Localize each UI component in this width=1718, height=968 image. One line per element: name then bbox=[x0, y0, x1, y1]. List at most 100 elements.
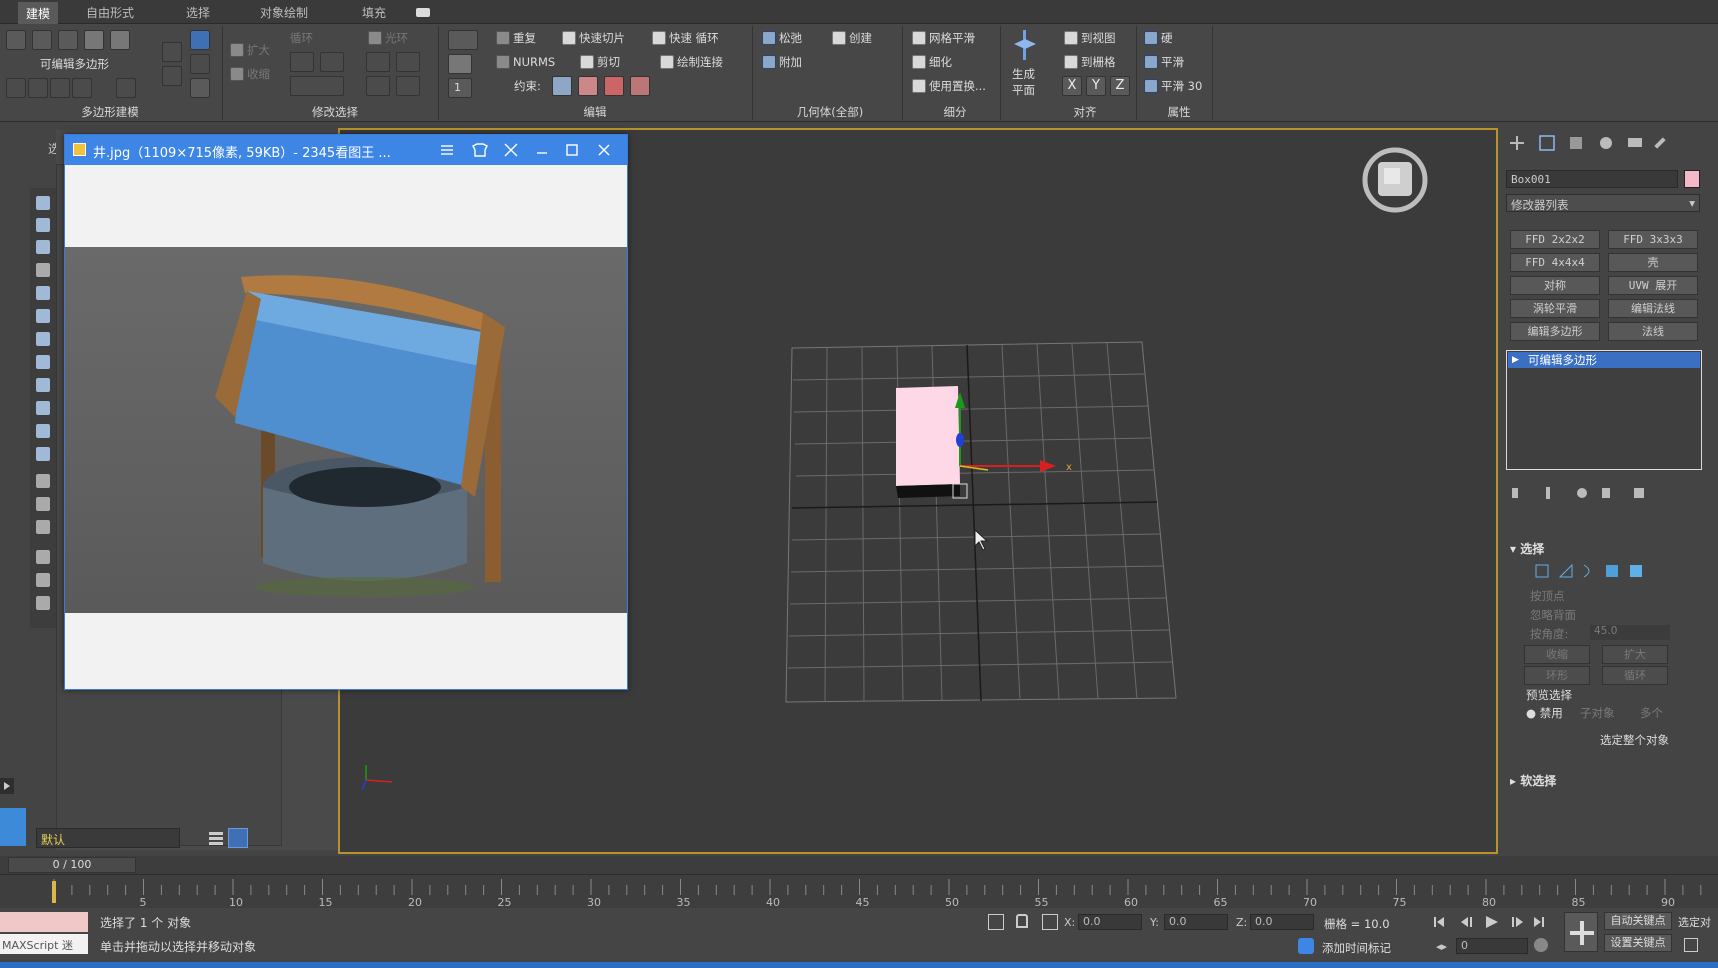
auto-key-button[interactable]: 自动关键点 bbox=[1604, 912, 1672, 930]
modifier-turbosmooth-button[interactable]: 涡轮平滑 bbox=[1510, 299, 1600, 318]
layer-dropdown[interactable]: 默认 bbox=[36, 828, 180, 848]
by-vertex-checkbox[interactable]: 按顶点 bbox=[1530, 588, 1565, 604]
loop-grow-icon[interactable] bbox=[290, 52, 314, 72]
show-end-result-icon[interactable] bbox=[190, 30, 210, 50]
to-view-button[interactable]: 到视图 bbox=[1064, 28, 1116, 48]
quickslice-button[interactable]: 快速切片 bbox=[562, 28, 625, 48]
display-bones-icon[interactable] bbox=[36, 378, 50, 392]
shrink-button[interactable]: 收缩 bbox=[230, 64, 270, 84]
preview-disabled-radio[interactable]: ● 禁用 bbox=[1526, 705, 1563, 721]
x-coordinate-field[interactable]: 0.0 bbox=[1078, 914, 1142, 930]
preview-multi-radio[interactable]: 多个 bbox=[1640, 705, 1663, 721]
soft-selection-rollout-header[interactable]: ▸ 软选择 bbox=[1510, 772, 1710, 790]
display-frozen-icon[interactable] bbox=[36, 424, 50, 438]
relax-button[interactable]: 松弛 bbox=[762, 28, 802, 48]
modifier-edit-normals-button[interactable]: 编辑法线 bbox=[1608, 299, 1698, 318]
image-viewer-titlebar[interactable]: 井.jpg（1109×715像素, 59KB）- 2345看图王 ... bbox=[65, 135, 627, 165]
key-mode-icon[interactable]: ◂▸ bbox=[1436, 940, 1447, 953]
group-label-geometry[interactable]: 几何体(全部) bbox=[770, 104, 890, 120]
loop-mode-dropdown[interactable] bbox=[290, 76, 344, 96]
modifier-symmetry-button[interactable]: 对称 bbox=[1510, 276, 1600, 295]
modifier-list-dropdown[interactable]: 修改器列表 ▾ bbox=[1506, 194, 1700, 212]
poly-tool-3-icon[interactable] bbox=[50, 78, 70, 98]
track-bar[interactable]: 5 10 15 20 25 30 35 40 45 50 55 60 65 70 75 80 85 90 bbox=[0, 874, 1718, 909]
lock-selection-icon[interactable] bbox=[1016, 914, 1028, 928]
quickloop-button[interactable]: 快速 循环 bbox=[652, 28, 719, 48]
display-groups-icon[interactable] bbox=[36, 332, 50, 346]
create-button[interactable]: 创建 bbox=[832, 28, 872, 48]
object-name-field[interactable]: Box001 bbox=[1506, 170, 1678, 188]
poly-tool-1-icon[interactable] bbox=[6, 78, 26, 98]
display-xrefs-icon[interactable] bbox=[36, 355, 50, 369]
group-label-subdivision[interactable]: 细分 bbox=[920, 104, 990, 120]
group-label-edit[interactable]: 编辑 bbox=[550, 104, 640, 120]
use-displacement-button[interactable]: 使用置换... bbox=[912, 76, 986, 96]
display-cameras-icon[interactable] bbox=[36, 263, 50, 277]
vertex-mode-icon[interactable] bbox=[6, 30, 26, 50]
repeat-button[interactable]: 重复 bbox=[496, 28, 536, 48]
expand-triangle-icon[interactable]: ▶ bbox=[1512, 355, 1519, 365]
grow-button[interactable]: 扩大 bbox=[230, 40, 270, 60]
make-planar-label-2[interactable]: 平面 bbox=[1012, 80, 1035, 100]
grow-selection-button[interactable]: 扩大 bbox=[1602, 645, 1668, 664]
poly-tool-4-icon[interactable] bbox=[72, 78, 92, 98]
time-slider[interactable]: 0 / 100 bbox=[0, 856, 1718, 874]
constraint-face-icon[interactable] bbox=[604, 76, 624, 96]
filter-icon[interactable] bbox=[36, 550, 50, 564]
maxscript-listener[interactable] bbox=[0, 912, 88, 932]
loop-shrink-icon[interactable] bbox=[320, 52, 344, 72]
time-slider-thumb[interactable]: 0 / 100 bbox=[8, 857, 136, 873]
hard-button[interactable]: 硬 bbox=[1144, 28, 1173, 48]
poly-tool-5-icon[interactable] bbox=[116, 78, 136, 98]
selection-rollout-header[interactable]: ▾ 选择 bbox=[1510, 540, 1710, 558]
edge-mode-icon[interactable] bbox=[32, 30, 52, 50]
modifier-edit-poly-button[interactable]: 编辑多边形 bbox=[1510, 322, 1600, 341]
align-z-button[interactable]: Z bbox=[1110, 76, 1130, 96]
display-helpers-icon[interactable] bbox=[36, 286, 50, 300]
time-config-icon[interactable] bbox=[1534, 938, 1548, 952]
tab-modeling[interactable]: 建模 bbox=[18, 2, 59, 24]
smooth-button[interactable]: 平滑 bbox=[1144, 52, 1184, 72]
maxscript-mini-listener[interactable]: MAXScript 迷 bbox=[0, 934, 88, 954]
ring-mode-1-icon[interactable] bbox=[366, 76, 390, 96]
poly-tool-8-icon[interactable] bbox=[190, 78, 210, 98]
loop-selection-button[interactable]: 循环 bbox=[1602, 666, 1668, 685]
tab-selection[interactable]: 选择 bbox=[178, 4, 218, 22]
angle-spinner[interactable]: 45.0 bbox=[1590, 625, 1670, 640]
tab-populate[interactable]: 填充 bbox=[354, 4, 394, 22]
smooth30-button[interactable]: 平滑 30 bbox=[1144, 76, 1202, 96]
modifier-ffd444-button[interactable]: FFD 4x4x4 bbox=[1510, 253, 1600, 272]
invert-display-icon[interactable] bbox=[36, 520, 50, 534]
time-tag-icon[interactable] bbox=[1298, 938, 1314, 954]
ring-grow-icon[interactable] bbox=[366, 52, 390, 72]
image-viewer-window[interactable]: 井.jpg（1109×715像素, 59KB）- 2345看图王 ... bbox=[64, 134, 628, 690]
select-filter-icon[interactable] bbox=[36, 196, 50, 210]
modifier-stack-item[interactable]: 可编辑多边形 bbox=[1508, 352, 1700, 368]
layer-explorer-icon[interactable] bbox=[228, 828, 248, 848]
group-label-align[interactable]: 对齐 bbox=[1040, 104, 1130, 120]
display-none-icon[interactable] bbox=[36, 497, 50, 511]
group-label-modify-selection[interactable]: 修改选择 bbox=[270, 104, 400, 120]
preserve-uv-icon[interactable] bbox=[448, 30, 478, 50]
z-coordinate-field[interactable]: 0.0 bbox=[1250, 914, 1314, 930]
selected-objects-dropdown[interactable]: 选定对 bbox=[1678, 914, 1711, 930]
ribbon-options-icon[interactable] bbox=[416, 8, 430, 17]
display-geometry-icon[interactable] bbox=[36, 218, 50, 232]
ring-shrink-icon[interactable] bbox=[396, 52, 420, 72]
layer-icon[interactable] bbox=[36, 596, 50, 610]
tab-object-paint[interactable]: 对象绘制 bbox=[252, 4, 316, 22]
shrink-selection-button[interactable]: 收缩 bbox=[1524, 645, 1590, 664]
group-label-poly-modeling[interactable]: 多边形建模 bbox=[40, 104, 180, 120]
key-filters-icon[interactable] bbox=[1684, 938, 1698, 952]
modifier-uvw-unwrap-button[interactable]: UVW 展开 bbox=[1608, 276, 1698, 295]
tessellate-button[interactable]: 细化 bbox=[912, 52, 952, 72]
display-hidden-icon[interactable] bbox=[36, 447, 50, 461]
object-color-swatch[interactable] bbox=[1684, 170, 1700, 188]
poly-tool-9-icon[interactable] bbox=[162, 66, 182, 86]
constraint-normal-icon[interactable] bbox=[630, 76, 650, 96]
cut-button[interactable]: 剪切 bbox=[580, 52, 620, 72]
poly-tool-7-icon[interactable] bbox=[190, 54, 210, 74]
absolute-mode-icon[interactable] bbox=[1042, 914, 1058, 930]
group-label-properties[interactable]: 属性 bbox=[1144, 104, 1214, 120]
element-mode-icon[interactable] bbox=[110, 30, 130, 50]
